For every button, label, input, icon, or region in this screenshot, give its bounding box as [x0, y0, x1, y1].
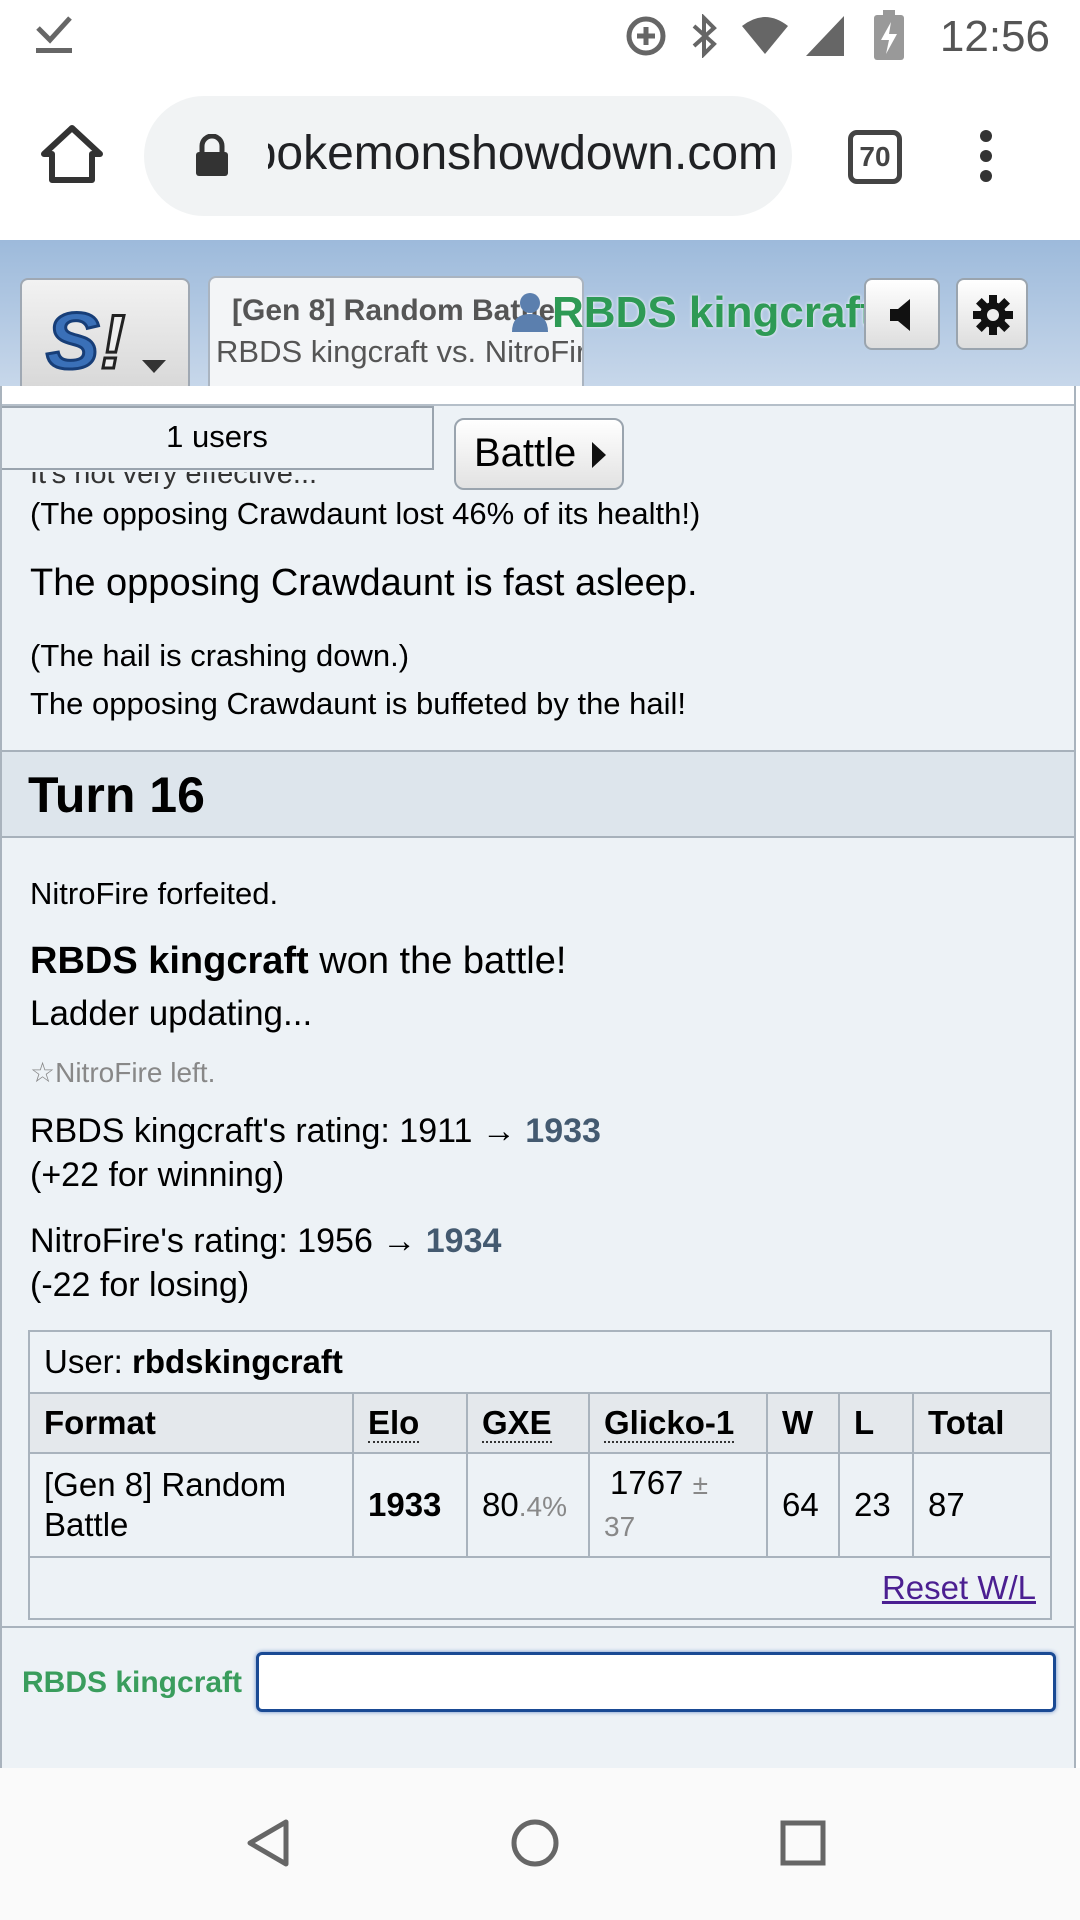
volume-icon [890, 299, 910, 331]
log-health-lost: (The opposing Crawdaunt lost 46% of its … [30, 496, 701, 531]
rating-1-new: 1933 [525, 1112, 601, 1150]
col-format: Format [28, 1392, 354, 1454]
log-hail: (The hail is crashing down.) [30, 638, 410, 673]
more-options-icon[interactable] [978, 128, 994, 184]
back-icon[interactable] [246, 1818, 290, 1868]
log-winner: RBDS kingcraft won the battle! [30, 940, 566, 983]
rating-1-delta: (+22 for winning) [30, 1156, 285, 1194]
clock: 12:56 [939, 12, 1050, 61]
battle-options-button[interactable]: Battle [454, 418, 624, 490]
col-glicko: Glicko-1 [588, 1392, 768, 1454]
cellular-signal-icon [806, 16, 844, 56]
table-row: [Gen 8] Random Battle 1933 80.4% 1767 ±37… [28, 1452, 1052, 1558]
reset-wl-link[interactable]: Reset W/L [882, 1569, 1036, 1606]
battery-charging-icon [874, 10, 904, 60]
log-buffeted: The opposing Crawdaunt is buffeted by th… [30, 686, 687, 721]
tab-subtitle: RBDS kingcraft vs. NitroFire [216, 334, 584, 369]
chat-input[interactable] [256, 1652, 1056, 1712]
svg-text:S: S [46, 296, 99, 380]
tab-title: [Gen 8] Random Battle [232, 294, 556, 327]
log-ladder: Ladder updating... [30, 994, 313, 1033]
download-done-icon [36, 16, 72, 53]
home-icon[interactable] [40, 124, 104, 184]
header-username[interactable]: RBDS kingcraft [552, 288, 875, 338]
cell-losses: 23 [838, 1452, 914, 1558]
cell-elo: 1933 [352, 1452, 468, 1558]
log-left: ☆NitroFire left. [30, 1057, 216, 1088]
user-id: rbdskingcraft [132, 1343, 343, 1380]
user-icon[interactable] [512, 292, 548, 332]
panel-top-border [2, 386, 1074, 406]
tab-switcher-button[interactable]: 70 [848, 130, 902, 184]
showdown-logo-icon: S ! [45, 295, 127, 381]
col-total: Total [912, 1392, 1052, 1454]
rating-2-prefix: NitroFire's rating: 1956 → [30, 1222, 426, 1260]
turn-label: Turn 16 [28, 767, 205, 823]
home-nav-icon[interactable] [510, 1818, 560, 1868]
settings-button[interactable] [956, 278, 1028, 350]
chat-bar: RBDS kingcraft [2, 1626, 1074, 1746]
table-footer-row: Reset W/L [28, 1556, 1052, 1620]
col-elo: Elo [352, 1392, 468, 1454]
rating-2-new: 1934 [425, 1222, 502, 1260]
browser-toolbar: pokemonshowdown.com 70 [0, 72, 1080, 240]
main-menu-button[interactable]: S ! [20, 278, 190, 388]
col-wins: W [766, 1392, 840, 1454]
chevron-down-icon [142, 360, 166, 373]
cell-gxe: 80.4% [466, 1452, 590, 1558]
cell-glicko: 1767 ±37 [588, 1452, 768, 1558]
userlist-toggle[interactable]: 1 users [2, 406, 434, 470]
url-text: pokemonshowdown.com [268, 127, 778, 180]
winner-suffix: won the battle! [308, 940, 567, 982]
rating-2-delta: (-22 for losing) [30, 1266, 250, 1304]
address-bar[interactable]: pokemonshowdown.com [144, 96, 792, 216]
status-bar: 12:56 [0, 0, 1080, 72]
log-forfeit: NitroFire forfeited. [30, 876, 279, 911]
svg-text:!: ! [100, 300, 125, 380]
rating-line-2: NitroFire's rating: 1956 → 1934 [30, 1222, 501, 1261]
wifi-icon [742, 17, 788, 54]
cell-format: [Gen 8] Random Battle [28, 1452, 354, 1558]
winner-name: RBDS kingcraft [30, 940, 309, 982]
table-user-row: User: rbdskingcraft [28, 1330, 1052, 1394]
turn-header: Turn 16 [2, 750, 1074, 838]
rating-1-prefix: RBDS kingcraft's rating: 1911 → [30, 1112, 526, 1150]
rating-line-1: RBDS kingcraft's rating: 1911 → 1933 [30, 1112, 601, 1151]
user-label: User: [44, 1343, 133, 1380]
cell-wins: 64 [766, 1452, 840, 1558]
log-asleep: The opposing Crawdaunt is fast asleep. [30, 562, 698, 604]
gear-icon [973, 295, 1013, 335]
table-user-cell: User: rbdskingcraft [28, 1330, 1052, 1394]
bluetooth-icon [692, 14, 717, 58]
system-nav-bar [0, 1768, 1080, 1920]
table-footer-cell: Reset W/L [28, 1556, 1052, 1620]
ladder-stats-table: User: rbdskingcraft Format Elo GXE Glick… [28, 1330, 1052, 1620]
sound-button[interactable] [864, 278, 940, 350]
battle-button-label: Battle [474, 431, 577, 475]
table-header-row: Format Elo GXE Glicko-1 W L Total [28, 1392, 1052, 1454]
recents-icon[interactable] [780, 1820, 826, 1866]
battle-log-panel: It's not very effective... (The opposing… [0, 386, 1076, 1768]
col-losses: L [838, 1392, 914, 1454]
chat-username: RBDS kingcraft [22, 1666, 243, 1699]
data-saver-icon [626, 16, 666, 56]
col-gxe: GXE [466, 1392, 590, 1454]
lock-icon [196, 134, 228, 176]
cell-total: 87 [912, 1452, 1052, 1558]
caret-right-icon [592, 442, 606, 468]
